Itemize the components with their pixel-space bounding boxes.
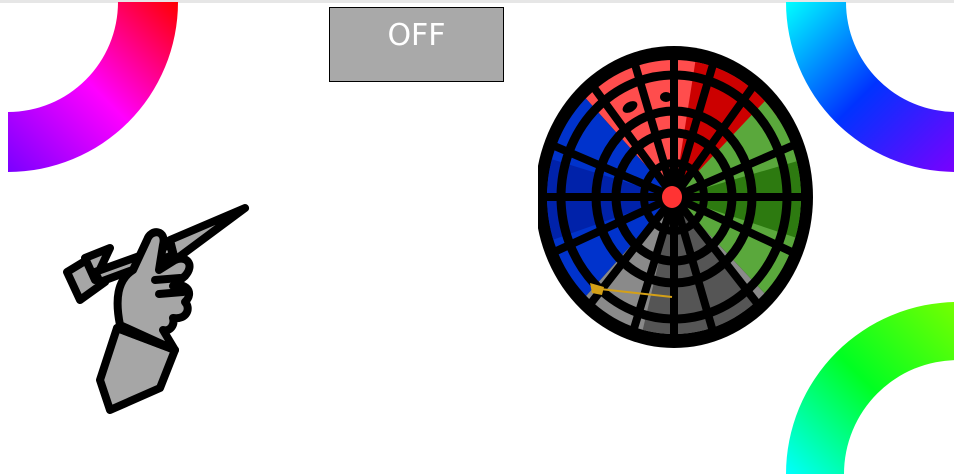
bullseye: [662, 186, 682, 208]
color-ring-top-left: [8, 2, 178, 172]
power-toggle-button[interactable]: OFF: [329, 7, 504, 82]
hand-with-dart-icon: [63, 204, 249, 414]
dartboard[interactable]: [538, 45, 818, 350]
